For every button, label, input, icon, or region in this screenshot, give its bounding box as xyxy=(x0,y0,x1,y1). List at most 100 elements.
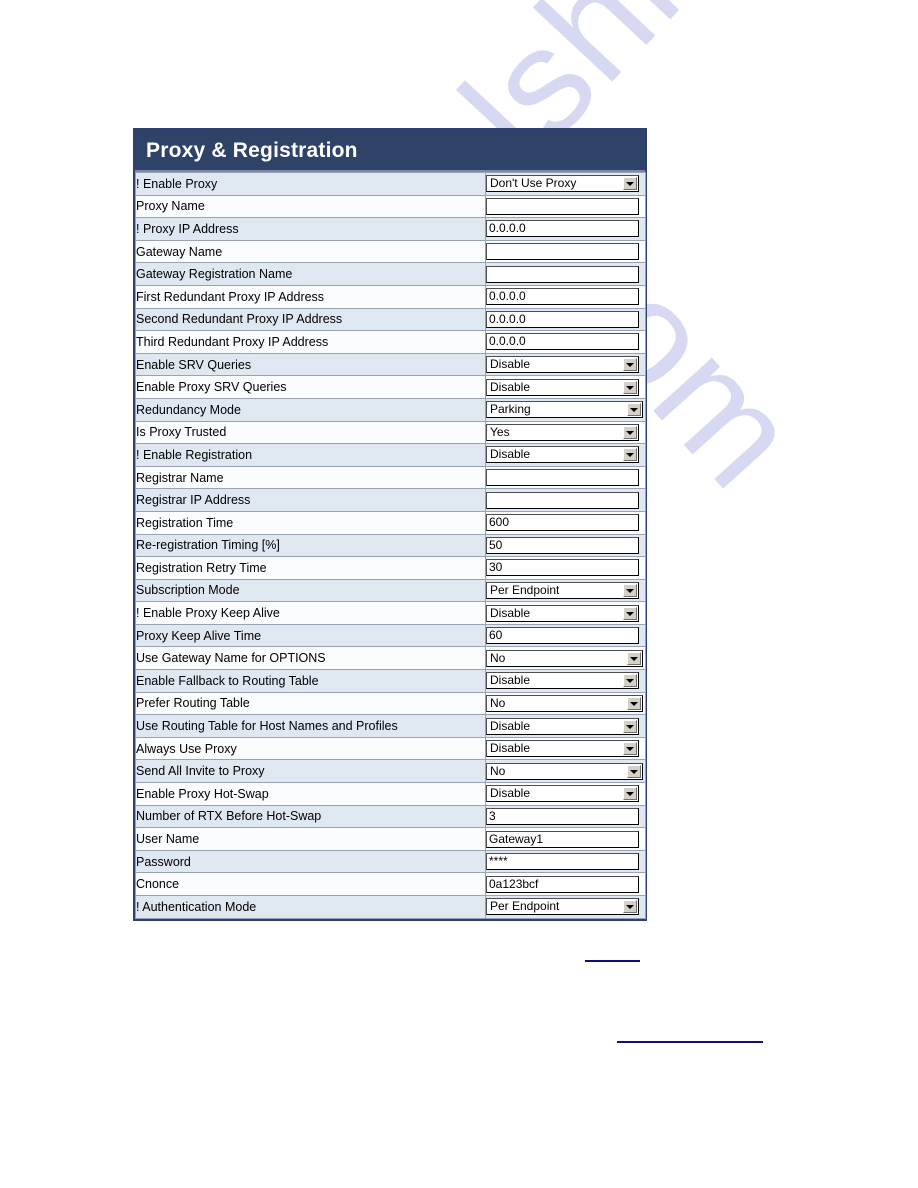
chevron-down-icon[interactable] xyxy=(623,380,637,394)
setting-value-cell xyxy=(485,488,646,512)
table-row: Re-registration Timing [%] 50 xyxy=(135,533,646,558)
setting-dropdown[interactable]: No xyxy=(486,762,643,780)
setting-text-input[interactable]: 0a123bcf xyxy=(486,875,639,893)
setting-value-cell: Disable xyxy=(485,375,646,399)
setting-label: Third Redundant Proxy IP Address xyxy=(135,330,486,354)
chevron-down-icon[interactable] xyxy=(623,177,637,191)
table-row: Proxy Keep Alive Time 60 xyxy=(135,623,646,648)
setting-dropdown[interactable]: Per Endpoint xyxy=(486,581,639,599)
setting-dropdown-value: Disable xyxy=(490,447,531,462)
setting-value-cell xyxy=(485,239,646,264)
setting-value-cell xyxy=(485,194,646,219)
setting-label: Is Proxy Trusted xyxy=(135,420,486,445)
setting-text-input[interactable]: **** xyxy=(486,853,639,871)
chevron-down-icon[interactable] xyxy=(623,358,637,372)
setting-label: First Redundant Proxy IP Address xyxy=(135,284,486,309)
chevron-down-icon[interactable] xyxy=(627,764,641,778)
setting-label: Proxy Keep Alive Time xyxy=(135,623,486,648)
chevron-down-icon[interactable] xyxy=(623,448,637,462)
table-row: Password **** xyxy=(135,849,646,874)
setting-value-cell: 0.0.0.0 xyxy=(485,217,646,241)
setting-text-input[interactable]: 0.0.0.0 xyxy=(486,310,639,328)
setting-dropdown[interactable]: No xyxy=(486,649,643,667)
table-row: Always Use Proxy Disable xyxy=(135,736,646,761)
setting-dropdown[interactable]: Disable xyxy=(486,356,639,374)
chevron-down-icon[interactable] xyxy=(623,425,637,439)
setting-label: Registration Time xyxy=(135,510,486,535)
setting-dropdown[interactable]: Disable xyxy=(486,378,639,396)
setting-text-input[interactable]: 0.0.0.0 xyxy=(486,288,639,306)
chevron-down-icon[interactable] xyxy=(627,403,641,417)
setting-text-input[interactable] xyxy=(486,469,639,487)
proxy-registration-panel: Proxy & Registration ! Enable Proxy Don't… xyxy=(133,128,647,921)
table-row: Gateway Name xyxy=(135,239,646,264)
setting-dropdown[interactable]: Don't Use Proxy xyxy=(486,175,639,193)
setting-dropdown[interactable]: Disable xyxy=(486,717,639,735)
setting-dropdown[interactable]: Per Endpoint xyxy=(486,898,639,916)
setting-value-cell: Disable xyxy=(485,782,646,806)
setting-dropdown[interactable]: Disable xyxy=(486,740,639,758)
setting-dropdown[interactable]: Disable xyxy=(486,446,639,464)
setting-value-cell: 30 xyxy=(485,556,646,580)
setting-text-input[interactable] xyxy=(486,197,639,215)
setting-value-cell: 0a123bcf xyxy=(485,872,646,896)
setting-label: ! Enable Registration xyxy=(135,443,486,467)
chevron-down-icon[interactable] xyxy=(627,651,641,665)
setting-label: ! Proxy IP Address xyxy=(135,217,486,241)
setting-dropdown-value: Disable xyxy=(490,357,531,372)
setting-label: Gateway Name xyxy=(135,239,486,264)
chevron-down-icon[interactable] xyxy=(623,674,637,688)
setting-dropdown[interactable]: Parking xyxy=(486,401,643,419)
chevron-down-icon[interactable] xyxy=(623,787,637,801)
setting-value-cell: 3 xyxy=(485,804,646,829)
table-row: Use Gateway Name for OPTIONS No xyxy=(135,646,646,671)
setting-value-cell: No xyxy=(485,646,646,671)
setting-dropdown-value: Disable xyxy=(490,605,531,620)
setting-text-input[interactable]: 0.0.0.0 xyxy=(486,333,639,351)
setting-label: Enable Proxy Hot-Swap xyxy=(135,782,486,806)
setting-label: ! Enable Proxy xyxy=(135,172,486,196)
setting-text-input[interactable]: 30 xyxy=(486,559,639,577)
table-row: Gateway Registration Name xyxy=(135,262,646,286)
setting-label: Number of RTX Before Hot-Swap xyxy=(135,804,486,829)
setting-value-cell: Yes xyxy=(485,420,646,445)
chevron-down-icon[interactable] xyxy=(623,583,637,597)
setting-dropdown[interactable]: No xyxy=(486,694,643,712)
chevron-down-icon[interactable] xyxy=(623,719,637,733)
setting-dropdown[interactable]: Disable xyxy=(486,672,639,690)
setting-text-input[interactable] xyxy=(486,491,639,509)
setting-label: Use Routing Table for Host Names and Pro… xyxy=(135,714,486,738)
setting-text-input[interactable] xyxy=(486,243,639,261)
setting-dropdown[interactable]: Yes xyxy=(486,423,639,441)
setting-dropdown[interactable]: Disable xyxy=(486,604,639,622)
setting-text-input[interactable]: 50 xyxy=(486,536,639,554)
setting-label: Cnonce xyxy=(135,872,486,896)
table-row: Enable Proxy SRV Queries Disable xyxy=(135,375,646,399)
setting-label: Always Use Proxy xyxy=(135,736,486,761)
table-row: User Name Gateway1 xyxy=(135,827,646,851)
chevron-down-icon[interactable] xyxy=(623,900,637,914)
setting-text-input[interactable]: 600 xyxy=(486,514,639,532)
chevron-down-icon[interactable] xyxy=(627,696,641,710)
link-underline-2 xyxy=(617,1041,763,1043)
chevron-down-icon[interactable] xyxy=(623,606,637,620)
setting-text-input[interactable]: Gateway1 xyxy=(486,830,639,848)
setting-dropdown-value: Per Endpoint xyxy=(490,582,560,597)
setting-dropdown[interactable]: Disable xyxy=(486,785,639,803)
table-row: ! Enable Registration Disable xyxy=(135,443,646,467)
setting-dropdown-value: Disable xyxy=(490,786,531,801)
table-row: Registrar IP Address xyxy=(135,488,646,512)
setting-dropdown-value: Disable xyxy=(490,379,531,394)
setting-dropdown-value: Disable xyxy=(490,741,531,756)
setting-value-cell: Disable xyxy=(485,352,646,377)
table-row: Number of RTX Before Hot-Swap 3 xyxy=(135,804,646,829)
setting-value-cell: Don't Use Proxy xyxy=(485,172,646,196)
setting-text-input[interactable]: 60 xyxy=(486,627,639,645)
table-row: ! Enable Proxy Don't Use Proxy xyxy=(135,172,646,196)
setting-dropdown-value: Parking xyxy=(490,402,531,417)
setting-text-input[interactable] xyxy=(486,265,639,283)
setting-text-input[interactable]: 3 xyxy=(486,807,639,825)
chevron-down-icon[interactable] xyxy=(623,742,637,756)
setting-dropdown-value: Disable xyxy=(490,673,531,688)
setting-text-input[interactable]: 0.0.0.0 xyxy=(486,220,639,238)
